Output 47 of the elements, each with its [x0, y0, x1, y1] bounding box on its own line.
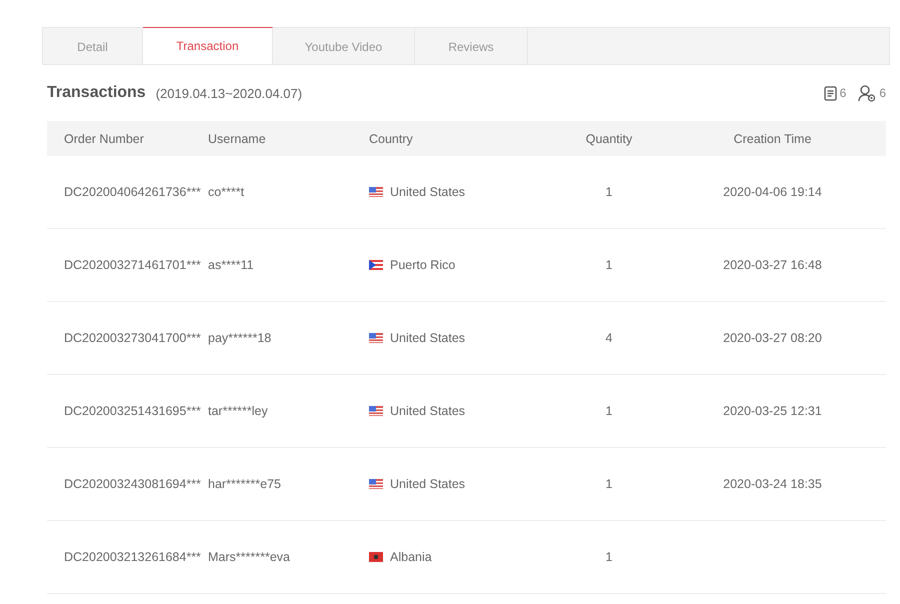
- country-name: Albania: [390, 550, 432, 564]
- username: pay******18: [208, 331, 272, 345]
- flag-icon: [369, 479, 383, 489]
- quantity: 1: [604, 258, 614, 272]
- creation-time: 2020-03-27 08:20: [722, 331, 823, 345]
- username: Mars*******eva: [208, 550, 291, 564]
- order-number: DC202003273041700***: [63, 331, 202, 345]
- quantity: 4: [604, 331, 614, 345]
- section-title: Transactions: [47, 84, 146, 102]
- order-number: DC202003243081694***: [63, 477, 202, 491]
- tab[interactable]: Transaction: [143, 27, 273, 64]
- creation-time: 2020-04-06 19:14: [722, 185, 823, 199]
- flag-icon: [369, 187, 383, 197]
- order-number: DC202003213261684***: [63, 550, 202, 564]
- quantity: 1: [604, 404, 614, 418]
- quantity: 1: [604, 185, 614, 199]
- order-number: DC202004064261736***: [63, 185, 202, 199]
- country-name: United States: [390, 331, 466, 345]
- creation-time: 2020-03-27 16:48: [722, 258, 823, 272]
- username: tar******ley: [208, 404, 269, 418]
- creation-time: 2020-03-24 18:35: [722, 477, 823, 491]
- quantity: 1: [604, 477, 614, 491]
- column-header: Order Number: [63, 132, 145, 146]
- user-count: 6: [879, 86, 886, 100]
- flag-icon: [369, 260, 383, 270]
- quantity: 1: [604, 550, 614, 564]
- flag-icon: [369, 333, 383, 343]
- flag-icon: [369, 552, 383, 562]
- column-header: Username: [208, 132, 267, 146]
- column-header: Country: [369, 132, 414, 146]
- document-count: 6: [840, 86, 846, 100]
- country-name: United States: [390, 185, 466, 199]
- username: co****t: [208, 185, 246, 199]
- username: har*******e75: [208, 477, 282, 491]
- country-name: United States: [390, 404, 466, 418]
- column-header: Quantity: [584, 132, 634, 146]
- creation-time: 2020-03-25 12:31: [722, 404, 823, 418]
- country-name: Puerto Rico: [390, 258, 456, 272]
- flag-icon: [369, 406, 383, 416]
- document-icon: [824, 86, 837, 100]
- country-name: United States: [390, 477, 466, 491]
- date-range: (2019.04.13~2020.04.07): [156, 86, 302, 100]
- order-number: DC202003271461701***: [63, 258, 202, 272]
- username: as****11: [208, 258, 255, 272]
- user-icon: [858, 84, 876, 102]
- order-number: DC202003251431695***: [63, 404, 202, 418]
- column-header: Creation Time: [732, 132, 812, 146]
